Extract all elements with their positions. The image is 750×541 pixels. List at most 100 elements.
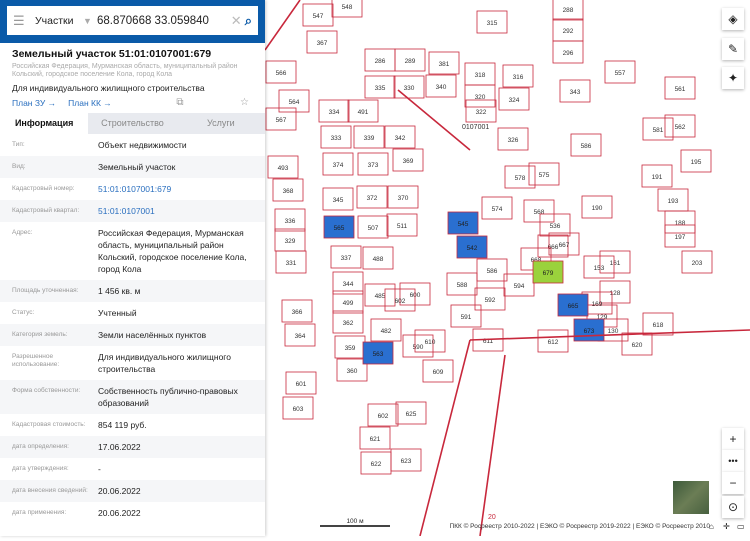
parcel-number: 610: [425, 339, 436, 346]
satellite-toggle[interactable]: [672, 480, 710, 515]
info-value: 854 119 руб.: [98, 420, 147, 430]
zoom-out-button[interactable]: −: [722, 472, 744, 494]
info-row: дата определения: 17.06.2022: [0, 436, 265, 458]
parcel-number: 590: [413, 344, 424, 351]
parcel-number: 493: [278, 165, 289, 172]
clear-icon[interactable]: ✕: [231, 13, 245, 29]
info-value: Объект недвижимости: [98, 140, 187, 150]
info-label: Форма собственности:: [12, 387, 81, 394]
parcel-number: 296: [563, 50, 574, 57]
menu-icon[interactable]: ☰: [13, 13, 35, 29]
cadastral-map[interactable]: 548 547 367 566 564 567 493 368 336 329 331 366 364 6…: [264, 0, 750, 537]
layers-icon[interactable]: ◈: [722, 8, 744, 30]
parcel-number: 679: [543, 270, 554, 277]
parcel-number: 360: [347, 368, 358, 375]
more-icon[interactable]: •••: [722, 450, 744, 472]
parcel-number: 565: [334, 225, 345, 232]
info-row: Статус: Учтенный: [0, 302, 265, 324]
parcel-number: 575: [539, 172, 550, 179]
parcel-number: 623: [401, 458, 412, 465]
info-label: Категория земель:: [12, 331, 68, 338]
plan-zu-link[interactable]: План ЗУ →: [12, 98, 56, 108]
parcel-title: Земельный участок 51:01:0107001:679: [12, 48, 212, 60]
parcel-number: 488: [373, 256, 384, 263]
search-type-select[interactable]: Участки: [35, 15, 83, 27]
parcel-number: 362: [343, 320, 354, 327]
parcel-number: 545: [458, 221, 469, 228]
parcel-number: 337: [341, 255, 352, 262]
parcel-number: 622: [371, 461, 382, 468]
crosshair-icon[interactable]: ✛: [723, 522, 730, 531]
info-value: 17.06.2022: [98, 442, 141, 452]
parcel-number: 364: [295, 333, 306, 340]
parcel-number: 485: [375, 293, 386, 300]
compass-icon[interactable]: ✦: [722, 67, 744, 89]
parcel-number: 343: [570, 89, 581, 96]
info-sidebar: ☰ Участки ▼ 68.870668 33.059840 ✕ ⌕ Земе…: [0, 0, 265, 536]
info-row: Кадастровая стоимость: 854 119 руб.: [0, 414, 265, 436]
zoom-in-button[interactable]: +: [722, 428, 744, 450]
parcel-number: 499: [343, 300, 354, 307]
parcel-number: 603: [293, 406, 304, 413]
parcel-number: 334: [329, 109, 340, 116]
info-value: Учтенный: [98, 308, 137, 318]
info-label: дата внесения сведений:: [12, 487, 88, 494]
tab-construction[interactable]: Строительство: [88, 113, 176, 134]
parcel-number: 618: [653, 322, 664, 329]
parcel-number: 588: [457, 282, 468, 289]
tab-services[interactable]: Услуги: [177, 113, 265, 134]
info-label: Адрес:: [12, 229, 33, 236]
parcel-number: 625: [406, 411, 417, 418]
map-canvas[interactable]: 548 547 367 566 564 567 493 368 336 329 331 366 364 6…: [264, 0, 750, 537]
quarter-label: 0107001: [462, 124, 489, 131]
parcel-number: 193: [668, 198, 679, 205]
parcel-number: 602: [378, 413, 389, 420]
star-icon[interactable]: ☆: [240, 97, 249, 108]
parcel-number: 563: [373, 351, 384, 358]
parcel-number: 195: [691, 159, 702, 166]
parcel-number: 620: [632, 342, 643, 349]
parcel-number: 286: [375, 58, 386, 65]
search-document-icon[interactable]: ⧉: [176, 97, 183, 108]
parcel-number: 591: [461, 314, 472, 321]
chevron-down-icon[interactable]: ▼: [83, 16, 97, 26]
tab-info[interactable]: Информация: [0, 113, 89, 134]
fullscreen-icon[interactable]: ▭: [737, 522, 745, 531]
info-value: 1 456 кв. м: [98, 286, 141, 296]
info-value: Российская Федерация, Мурманская область…: [98, 228, 247, 274]
info-value[interactable]: 51:01:0107001:679: [98, 183, 253, 195]
parcel-number: 548: [342, 4, 353, 11]
location-icon[interactable]: ⊙: [722, 496, 744, 518]
parcel-number: 568: [534, 209, 545, 216]
plan-kk-link[interactable]: План КК →: [68, 98, 112, 108]
parcel-number: 330: [404, 85, 415, 92]
parcel-number: 594: [514, 283, 525, 290]
info-label: Статус:: [12, 309, 35, 316]
parcel-number: 342: [395, 135, 406, 142]
info-row: Кадастровый квартал: 51:01:0107001: [0, 200, 265, 222]
parcel-number: 340: [436, 84, 447, 91]
parcel-number: 367: [317, 40, 328, 47]
info-value: Для индивидуального жилищного строительс…: [98, 352, 231, 374]
search-input[interactable]: 68.870668 33.059840: [97, 15, 231, 27]
search-icon[interactable]: ⌕: [245, 13, 252, 29]
boundary-line: [264, 0, 301, 51]
parcel-number: 609: [433, 369, 444, 376]
parcel-number: 547: [313, 13, 324, 20]
parcel-number: 372: [367, 195, 378, 202]
ruler-icon[interactable]: ✎: [722, 38, 744, 60]
info-value: 20.06.2022: [98, 508, 141, 518]
info-label: Вид:: [12, 163, 26, 170]
parcel-number: 359: [345, 345, 356, 352]
parcel-number: 203: [692, 260, 703, 267]
parcel-number: 292: [563, 28, 574, 35]
home-icon[interactable]: ⌂: [709, 522, 714, 531]
info-value[interactable]: 51:01:0107001: [98, 205, 253, 217]
parcel-number: 289: [405, 58, 416, 65]
parcel-number: 329: [285, 238, 296, 245]
parcel-number: 335: [375, 85, 386, 92]
info-value: -: [98, 464, 101, 474]
info-label: дата определения:: [12, 443, 69, 450]
boundary-line: [397, 89, 471, 151]
parcel-address: Российская Федерация, Мурманская область…: [12, 63, 238, 78]
